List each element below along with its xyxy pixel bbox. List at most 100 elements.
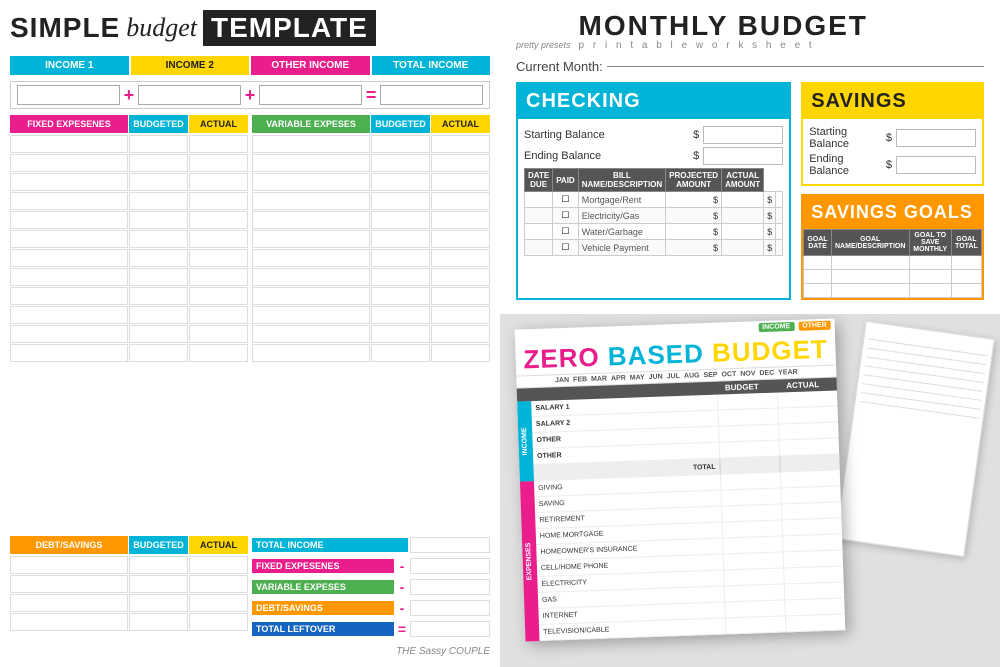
- savings-column: SAVINGS Starting Balance $ Ending Balanc…: [801, 82, 984, 300]
- checking-starting-input[interactable]: [703, 126, 783, 144]
- income-1-input[interactable]: [17, 85, 120, 105]
- paper-line: [861, 392, 980, 410]
- tv-actual[interactable]: [785, 614, 845, 631]
- equals-icon: =: [366, 85, 377, 106]
- table-row: [10, 249, 248, 267]
- month-dec[interactable]: DEC: [759, 370, 774, 378]
- month-jun[interactable]: JUN: [649, 374, 663, 381]
- gas-actual[interactable]: [784, 582, 844, 599]
- giving-actual[interactable]: [780, 470, 840, 487]
- month-sep[interactable]: SEP: [703, 372, 717, 379]
- other2-budget[interactable]: [719, 441, 779, 458]
- other2-actual[interactable]: [779, 438, 839, 455]
- bottom-area: INCOME OTHER ZERO BASED BUDGET JAN FEB M…: [500, 314, 1000, 667]
- checking-header: CHECKING: [518, 84, 789, 119]
- title-bar: SIMPLE budget TEMPLATE: [10, 10, 490, 46]
- table-row: [10, 613, 248, 631]
- total-income-input[interactable]: [410, 537, 490, 553]
- month-apr[interactable]: APR: [611, 375, 626, 383]
- gas-label: GAS: [538, 591, 724, 604]
- monthly-budget-subtitle: p r i n t a b l e w o r k s h e e t: [579, 40, 868, 51]
- checking-box: CHECKING Starting Balance $ Ending Balan…: [516, 82, 791, 300]
- checking-starting-label: Starting Balance: [524, 129, 689, 141]
- savings-ending-input[interactable]: [896, 156, 976, 174]
- salary1-actual[interactable]: [777, 390, 837, 407]
- mortgage-actual[interactable]: [781, 518, 841, 535]
- internet-actual[interactable]: [784, 598, 844, 615]
- month-feb[interactable]: FEB: [573, 376, 587, 383]
- mortgage-budget[interactable]: [722, 520, 782, 537]
- checking-ending-label: Ending Balance: [524, 150, 689, 162]
- cellphone-budget[interactable]: [723, 552, 783, 569]
- table-row: [252, 344, 490, 362]
- salary1-budget[interactable]: [717, 393, 777, 410]
- sg-col-name: GOAL NAME/DESCRIPTION: [831, 230, 909, 256]
- expenses-section: EXPENSES GIVING SAVING RETIREMENT: [520, 470, 845, 641]
- calculation-section: TOTAL INCOME FIXED EXPESENES - VARIABLE …: [252, 536, 490, 638]
- table-row: [252, 154, 490, 172]
- insurance-budget[interactable]: [722, 536, 782, 553]
- income-section: INCOME SALARY 1 SALARY 2 OTHER: [517, 390, 840, 481]
- savings-ending-row: Ending Balance $: [809, 153, 976, 177]
- tv-budget[interactable]: [725, 616, 785, 633]
- variable-summary-input[interactable]: [410, 579, 490, 595]
- table-row: [804, 284, 982, 298]
- table-row: [252, 192, 490, 210]
- variable-data-rows: [252, 135, 490, 526]
- col-section: [521, 389, 551, 399]
- bills-table: DATE DUE PAID BILL NAME/DESCRIPTION PROJ…: [524, 168, 783, 256]
- table-row: [10, 268, 248, 286]
- checking-body: Starting Balance $ Ending Balance $ DAT: [518, 119, 789, 260]
- month-jul[interactable]: JUL: [667, 373, 680, 380]
- other1-budget[interactable]: [718, 425, 778, 442]
- fixed-summary-input[interactable]: [410, 558, 490, 574]
- retirement-actual[interactable]: [781, 502, 841, 519]
- leftover-input[interactable]: [410, 621, 490, 637]
- table-row: ☐ Mortgage/Rent $ $: [525, 192, 783, 208]
- giving-budget[interactable]: [720, 473, 780, 490]
- table-row: [252, 325, 490, 343]
- variable-expenses-label: VARIABLE EXPESES: [252, 115, 370, 133]
- gas-budget[interactable]: [724, 584, 784, 601]
- month-year[interactable]: YEAR: [778, 369, 798, 377]
- checking-ending-input[interactable]: [703, 147, 783, 165]
- insurance-actual[interactable]: [782, 534, 842, 551]
- other1-actual[interactable]: [778, 422, 838, 439]
- income-other-input[interactable]: [259, 85, 362, 105]
- saving-label: SAVING: [535, 495, 721, 508]
- savings-box: SAVINGS Starting Balance $ Ending Balanc…: [801, 82, 984, 186]
- savings-starting-input[interactable]: [896, 129, 976, 147]
- savings-starting-row: Starting Balance $: [809, 126, 976, 150]
- salary2-label: SALARY 2: [532, 415, 718, 428]
- saving-actual[interactable]: [780, 486, 840, 503]
- equals-icon-2: =: [396, 621, 408, 637]
- table-row: [252, 306, 490, 324]
- table-row: [10, 594, 248, 612]
- savings-goals-table: GOAL DATE GOAL NAME/DESCRIPTION GOAL TO …: [803, 229, 982, 298]
- income-2-input[interactable]: [138, 85, 241, 105]
- fixed-budgeted-label: BUDGETED: [129, 115, 188, 133]
- month-nov[interactable]: NOV: [740, 370, 755, 378]
- sg-col-monthly: GOAL TO SAVE MONTHLY: [909, 230, 951, 256]
- cellphone-actual[interactable]: [783, 550, 843, 567]
- debt-summary-input[interactable]: [410, 600, 490, 616]
- month-mar[interactable]: MAR: [591, 375, 607, 383]
- cellphone-label: CELL/HOME PHONE: [537, 559, 723, 572]
- salary2-budget[interactable]: [718, 409, 778, 426]
- left-panel: SIMPLE budget TEMPLATE INCOME 1 INCOME 2…: [0, 0, 500, 667]
- table-row: [252, 249, 490, 267]
- income-total-input[interactable]: [380, 85, 483, 105]
- month-may[interactable]: MAY: [630, 374, 645, 382]
- salary2-actual[interactable]: [778, 406, 838, 423]
- income-2-header: INCOME 2: [131, 56, 250, 75]
- saving-budget[interactable]: [720, 489, 780, 506]
- month-jan[interactable]: JAN: [555, 377, 569, 384]
- internet-budget[interactable]: [724, 600, 784, 617]
- electricity-budget[interactable]: [723, 568, 783, 585]
- electricity-actual[interactable]: [783, 566, 843, 583]
- debt-data-rows: [10, 556, 248, 631]
- month-oct[interactable]: OCT: [721, 371, 736, 379]
- paper-sheet-back-1: [835, 321, 994, 557]
- month-aug[interactable]: AUG: [684, 372, 700, 380]
- retirement-budget[interactable]: [721, 504, 781, 521]
